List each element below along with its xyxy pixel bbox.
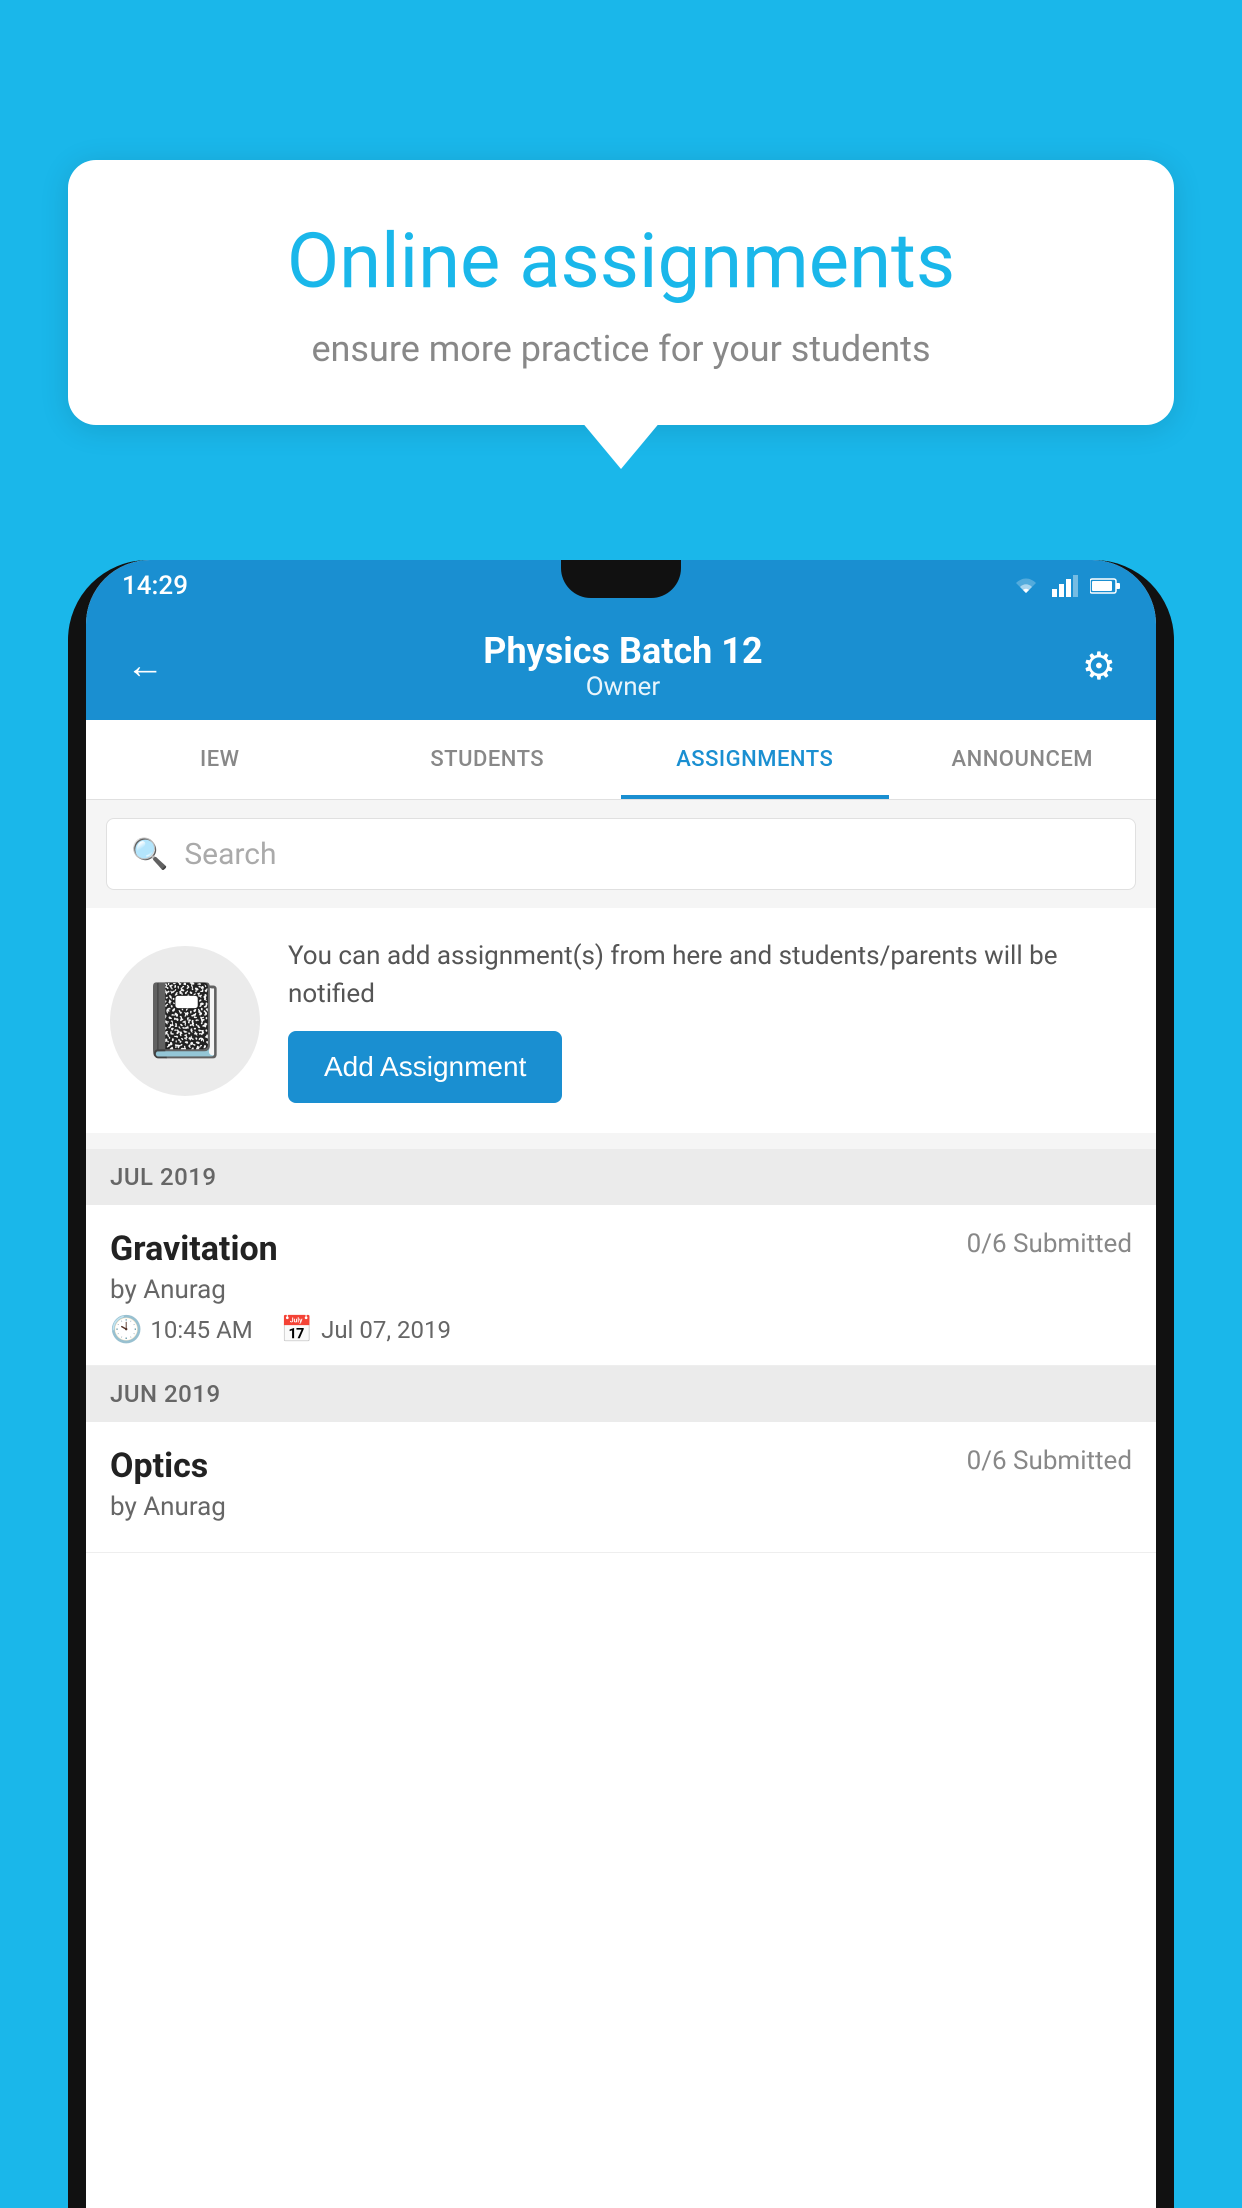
time-value: 10:45 AM	[150, 1316, 252, 1344]
meta-date: 📅 Jul 07, 2019	[281, 1315, 451, 1345]
search-icon: 🔍	[131, 837, 168, 872]
assignment-submitted: 0/6 Submitted	[967, 1229, 1132, 1259]
section-jun-2019: JUN 2019	[86, 1366, 1156, 1422]
header-title-block: Physics Batch 12 Owner	[174, 630, 1072, 702]
signal-icon	[1052, 575, 1078, 597]
tab-announcements[interactable]: ANNOUNCEM	[889, 720, 1157, 799]
phone-frame: 14:29	[68, 560, 1174, 2208]
batch-title: Physics Batch 12	[174, 630, 1072, 672]
notebook-icon: 📓	[140, 978, 230, 1063]
add-assignment-button[interactable]: Add Assignment	[288, 1031, 562, 1103]
promo-subtitle: ensure more practice for your students	[118, 328, 1124, 370]
assignment-name: Gravitation	[110, 1229, 278, 1269]
notch	[561, 560, 681, 598]
assignment-icon-circle: 📓	[110, 946, 260, 1096]
assignment-name-optics: Optics	[110, 1446, 208, 1486]
battery-icon	[1090, 577, 1120, 595]
status-bar: 14:29	[86, 560, 1156, 612]
search-bar[interactable]: 🔍 Search	[106, 818, 1136, 890]
calendar-icon: 📅	[281, 1315, 313, 1345]
phone-screen: 14:29	[86, 560, 1156, 2208]
search-placeholder: Search	[184, 837, 276, 872]
status-time: 14:29	[122, 571, 188, 601]
batch-role: Owner	[174, 672, 1072, 702]
assignment-by: by Anurag	[110, 1275, 1132, 1305]
tab-students[interactable]: STUDENTS	[354, 720, 622, 799]
tab-iew[interactable]: IEW	[86, 720, 354, 799]
settings-button[interactable]: ⚙	[1072, 634, 1126, 699]
promo-title: Online assignments	[118, 220, 1124, 304]
status-icons	[1012, 575, 1120, 597]
assignment-item-optics[interactable]: Optics 0/6 Submitted by Anurag	[86, 1422, 1156, 1553]
clock-icon: 🕙	[110, 1315, 142, 1345]
tabs-bar: IEW STUDENTS ASSIGNMENTS ANNOUNCEM	[86, 720, 1156, 800]
wifi-icon	[1012, 575, 1040, 597]
content-area: 🔍 Search 📓 You can add assignment(s) fro…	[86, 800, 1156, 1553]
app-header: ← Physics Batch 12 Owner ⚙	[86, 612, 1156, 720]
tab-assignments[interactable]: ASSIGNMENTS	[621, 720, 889, 799]
add-assignment-block: 📓 You can add assignment(s) from here an…	[86, 908, 1156, 1133]
assignment-submitted-optics: 0/6 Submitted	[967, 1446, 1132, 1476]
assignment-item-gravitation[interactable]: Gravitation 0/6 Submitted by Anurag 🕙 10…	[86, 1205, 1156, 1366]
assignment-info-text: You can add assignment(s) from here and …	[288, 938, 1132, 1013]
back-button[interactable]: ←	[116, 634, 174, 698]
promo-card: Online assignments ensure more practice …	[68, 160, 1174, 425]
section-jul-2019: JUL 2019	[86, 1149, 1156, 1205]
assignment-meta: 🕙 10:45 AM 📅 Jul 07, 2019	[110, 1315, 1132, 1345]
assignment-info: You can add assignment(s) from here and …	[288, 938, 1132, 1103]
meta-time: 🕙 10:45 AM	[110, 1315, 253, 1345]
assignment-by-optics: by Anurag	[110, 1492, 1132, 1522]
date-value: Jul 07, 2019	[321, 1316, 451, 1344]
